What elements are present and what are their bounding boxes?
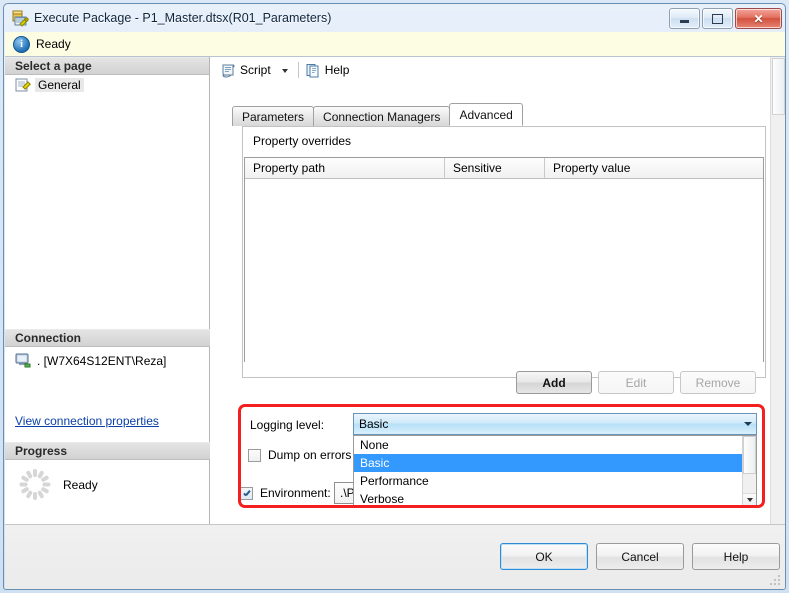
- progress-spinner-icon: [19, 469, 50, 500]
- edit-button: Edit: [598, 371, 674, 394]
- package-icon: [11, 9, 29, 27]
- grid-body-empty[interactable]: [245, 179, 763, 362]
- window-frame: Execute Package - P1_Master.dtsx(R01_Par…: [3, 3, 786, 590]
- sidebar: Select a page General Connection: [5, 57, 210, 524]
- column-header-property-value[interactable]: Property value: [545, 158, 763, 178]
- script-button[interactable]: Script: [220, 63, 271, 78]
- scroll-down-arrow-icon[interactable]: [743, 493, 756, 506]
- tab-strip: Parameters Connection Managers Advanced: [232, 104, 522, 126]
- window-controls: ✕: [669, 8, 782, 29]
- chevron-down-icon[interactable]: [739, 414, 756, 434]
- progress-header: Progress: [5, 442, 210, 460]
- info-icon: i: [13, 36, 30, 53]
- dropdown-item-none[interactable]: None: [354, 436, 742, 454]
- minimize-button[interactable]: [669, 8, 700, 29]
- logging-level-combobox[interactable]: Basic: [353, 413, 757, 435]
- help-button[interactable]: Help: [305, 63, 350, 78]
- connection-server-name: . [W7X64S12ENT\Reza]: [37, 354, 166, 368]
- help-footer-button[interactable]: Help: [692, 543, 780, 570]
- help-footer-button-label: Help: [724, 550, 749, 564]
- ok-button-label: OK: [535, 550, 552, 564]
- tab-connection-managers-label: Connection Managers: [323, 110, 440, 124]
- dropdown-item-verbose[interactable]: Verbose: [354, 490, 742, 508]
- environment-checkbox[interactable]: [240, 487, 253, 500]
- property-overrides-grid[interactable]: Property path Sensitive Property value: [244, 157, 764, 362]
- script-dropdown-caret-icon[interactable]: [282, 69, 288, 73]
- progress-row: Ready: [5, 460, 210, 500]
- cancel-button[interactable]: Cancel: [596, 543, 684, 570]
- tab-parameters-label: Parameters: [242, 110, 304, 124]
- environment-row[interactable]: Environment:: [240, 486, 331, 500]
- dropdown-item-performance[interactable]: Performance: [354, 472, 742, 490]
- property-overrides-title: Property overrides: [250, 134, 354, 148]
- server-icon: [15, 353, 32, 368]
- tab-connection-managers[interactable]: Connection Managers: [313, 106, 450, 126]
- column-header-property-path[interactable]: Property path: [245, 158, 445, 178]
- dump-on-errors-label: Dump on errors: [268, 448, 351, 462]
- connection-section: Connection . [W7X64S12ENT\Reza]: [5, 329, 210, 431]
- title-bar[interactable]: Execute Package - P1_Master.dtsx(R01_Par…: [4, 4, 786, 32]
- dropdown-item-basic-label: Basic: [360, 456, 389, 470]
- dump-on-errors-checkbox[interactable]: [248, 449, 261, 462]
- ok-button[interactable]: OK: [500, 543, 588, 570]
- status-infobar: i Ready: [5, 32, 786, 57]
- connection-server-row: . [W7X64S12ENT\Reza]: [5, 347, 210, 368]
- view-connection-properties-row: View connection properties: [5, 414, 210, 431]
- scrollbar-thumb[interactable]: [772, 58, 785, 115]
- page-general-icon: [15, 78, 31, 92]
- status-text: Ready: [36, 37, 71, 51]
- resize-grip[interactable]: [770, 575, 782, 587]
- dropdown-item-performance-label: Performance: [360, 474, 429, 488]
- environment-label: Environment:: [260, 486, 331, 500]
- tab-advanced[interactable]: Advanced: [449, 103, 522, 126]
- close-button[interactable]: ✕: [735, 8, 782, 29]
- maximize-icon: [703, 9, 732, 28]
- add-button-label: Add: [542, 376, 565, 390]
- progress-section: Progress Ready: [5, 442, 210, 500]
- help-icon: [305, 63, 321, 78]
- remove-button: Remove: [680, 371, 756, 394]
- grid-header-row: Property path Sensitive Property value: [245, 158, 763, 179]
- edit-button-label: Edit: [626, 376, 647, 390]
- close-icon: ✕: [736, 9, 781, 28]
- dropdown-item-verbose-label: Verbose: [360, 492, 404, 506]
- content-vertical-scrollbar[interactable]: [770, 57, 786, 524]
- execute-package-dialog: Execute Package - P1_Master.dtsx(R01_Par…: [0, 0, 789, 593]
- maximize-button[interactable]: [702, 8, 733, 29]
- add-button[interactable]: Add: [516, 371, 592, 394]
- script-icon: [220, 63, 236, 78]
- progress-status-text: Ready: [63, 478, 98, 492]
- select-page-header: Select a page: [5, 57, 209, 75]
- minimize-icon: [670, 9, 699, 28]
- tab-parameters[interactable]: Parameters: [232, 106, 314, 126]
- remove-button-label: Remove: [696, 376, 741, 390]
- dropdown-scrollbar[interactable]: [742, 436, 756, 506]
- logging-level-label: Logging level:: [250, 418, 324, 432]
- connection-header: Connection: [5, 329, 210, 347]
- window-title: Execute Package - P1_Master.dtsx(R01_Par…: [34, 11, 331, 25]
- dropdown-item-basic[interactable]: Basic: [354, 454, 742, 472]
- dropdown-item-none-label: None: [360, 438, 389, 452]
- script-button-label: Script: [240, 63, 271, 77]
- view-connection-properties-link[interactable]: View connection properties: [15, 414, 159, 428]
- sidebar-item-label: General: [35, 78, 84, 92]
- dropdown-scrollbar-thumb[interactable]: [743, 436, 756, 474]
- help-button-label: Help: [325, 63, 350, 77]
- toolbar-separator: [298, 62, 299, 78]
- content-toolbar: Script Help: [210, 57, 786, 83]
- dropdown-options: None Basic Performance Verbose: [354, 436, 742, 506]
- column-header-sensitive[interactable]: Sensitive: [445, 158, 545, 178]
- tab-advanced-label: Advanced: [459, 108, 512, 122]
- dump-on-errors-row[interactable]: Dump on errors: [248, 448, 351, 462]
- logging-level-value: Basic: [354, 417, 739, 431]
- sidebar-item-general[interactable]: General: [5, 75, 209, 95]
- logging-level-dropdown-list[interactable]: None Basic Performance Verbose: [353, 435, 757, 507]
- checkmark-icon: [242, 489, 251, 498]
- cancel-button-label: Cancel: [621, 550, 658, 564]
